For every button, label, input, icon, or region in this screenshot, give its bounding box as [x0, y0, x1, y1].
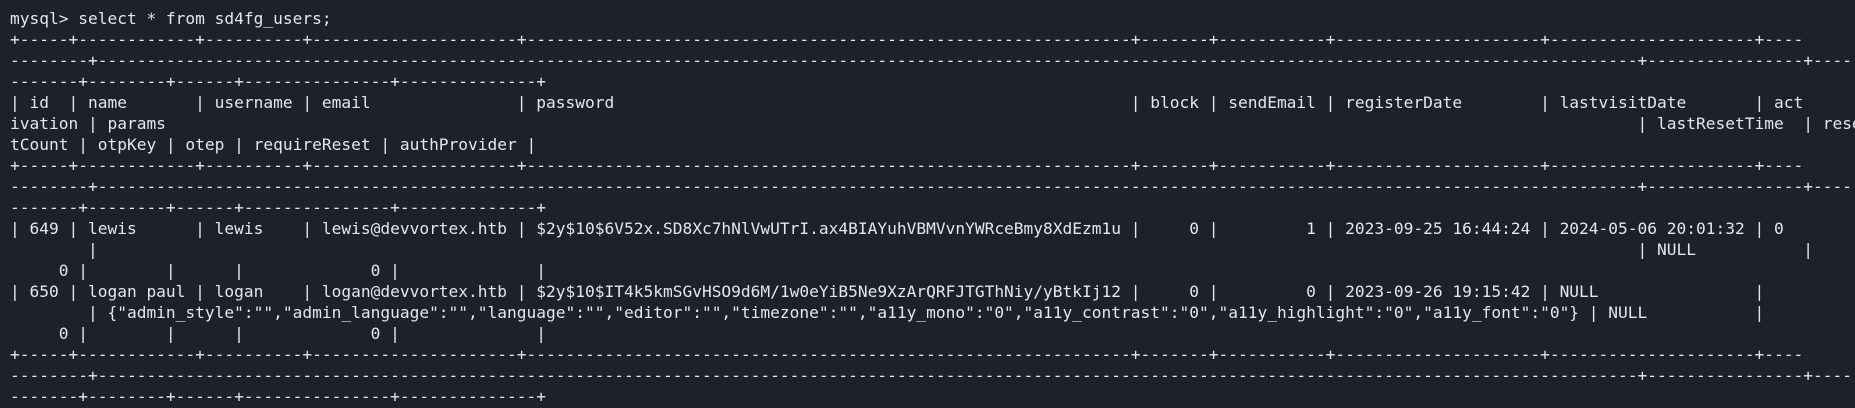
- table-border-line: --------+-------------------------------…: [10, 51, 1852, 70]
- table-border-line: +-----+------------+----------+---------…: [10, 156, 1804, 175]
- table-header-line: | id | name | username | email | passwor…: [10, 93, 1804, 112]
- table-row-line: | 649 | lewis | lewis | lewis@devvortex.…: [10, 219, 1784, 238]
- terminal-line-prompt: mysql> select * from sd4fg_users;: [10, 9, 332, 28]
- table-border-line: -------+--------+------+---------------+…: [10, 198, 547, 217]
- table-border-line: --------+-------------------------------…: [10, 177, 1852, 196]
- table-row-line: | | NULL |: [10, 240, 1813, 259]
- table-border-line: --------+-------------------------------…: [10, 366, 1852, 385]
- terminal-window[interactable]: mysql> select * from sd4fg_users; +-----…: [0, 0, 1855, 408]
- table-row-line: 0 | | | 0 | |: [10, 261, 547, 280]
- table-border-line: -------+--------+------+---------------+…: [10, 387, 547, 406]
- table-border-line: +-----+------------+----------+---------…: [10, 345, 1804, 364]
- table-row-line: 0 | | | 0 | |: [10, 324, 547, 343]
- table-header-line: ivation | params | lastResetTime | rese: [10, 114, 1855, 133]
- table-border-line: -------+--------+------+---------------+…: [10, 72, 547, 91]
- table-header-line: tCount | otpKey | otep | requireReset | …: [10, 135, 537, 154]
- table-row-line: | {"admin_style":"","admin_language":"",…: [10, 303, 1765, 322]
- table-border-line: +-----+------------+----------+---------…: [10, 30, 1804, 49]
- table-row-line: | 650 | logan paul | logan | logan@devvo…: [10, 282, 1765, 301]
